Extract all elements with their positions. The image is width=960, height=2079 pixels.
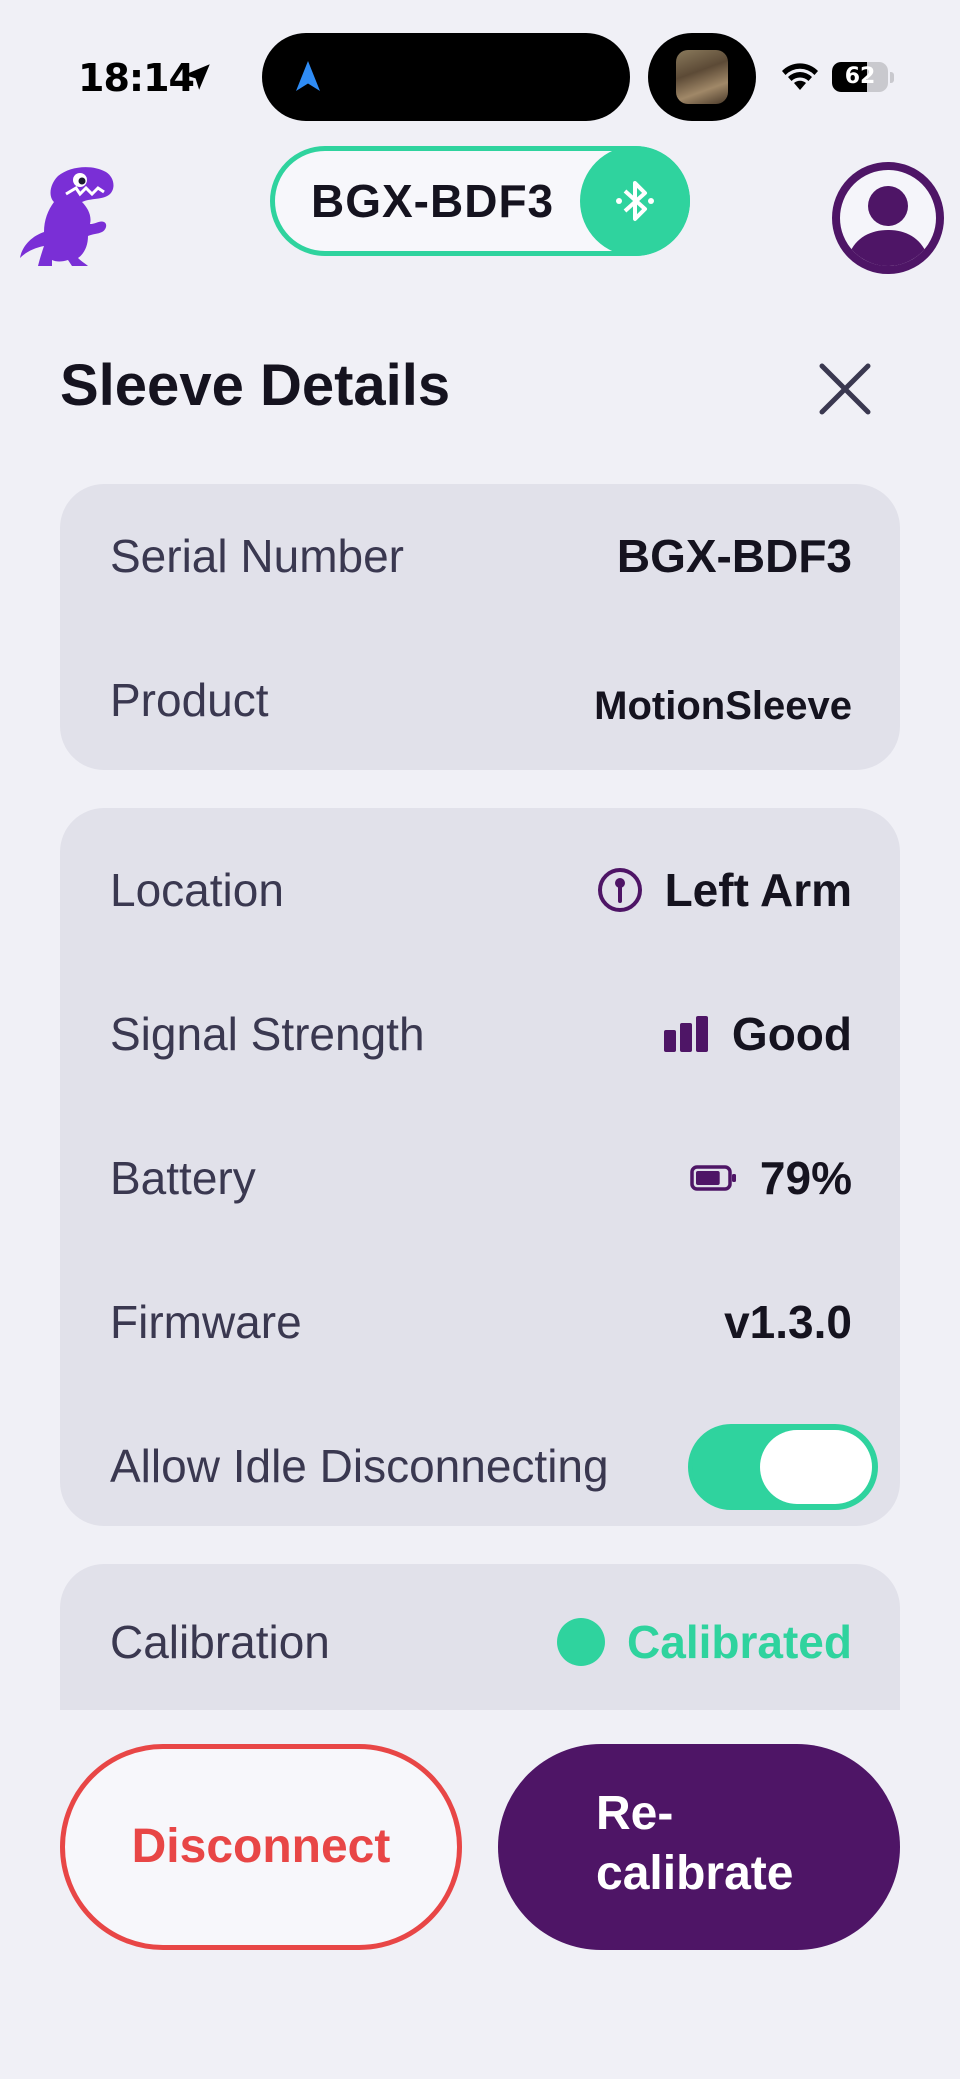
serial-number-row: Serial Number BGX-BDF3	[110, 526, 852, 586]
location-row: Location Left Arm	[110, 860, 852, 920]
media-thumbnail	[676, 50, 728, 104]
location-pin-icon	[597, 868, 642, 912]
signal-strength-label: Signal Strength	[110, 1008, 425, 1060]
page-title: Sleeve Details	[60, 353, 451, 418]
location-label: Location	[110, 864, 284, 916]
product-value: MotionSleeve	[594, 684, 852, 728]
recalibrate-button[interactable]: Re- calibrate	[498, 1744, 900, 1950]
device-connection-pill[interactable]: BGX-BDF3	[270, 146, 690, 256]
serial-number-label: Serial Number	[110, 530, 404, 582]
disconnect-button[interactable]: Disconnect	[60, 1744, 462, 1950]
battery-nub	[890, 72, 894, 83]
wifi-icon	[782, 63, 818, 90]
user-avatar-icon	[846, 186, 930, 266]
location-arrow-icon	[184, 64, 210, 90]
idle-disconnect-row: Allow Idle Disconnecting	[110, 1424, 878, 1510]
status-bar: 18:14 62	[0, 0, 960, 150]
calibration-value-group: Calibrated	[557, 1612, 852, 1672]
signal-strength-value: Good	[731, 1008, 852, 1060]
battery-value: 79%	[759, 1152, 852, 1204]
bluetooth-button[interactable]	[580, 146, 690, 256]
location-value: Left Arm	[664, 864, 852, 916]
toggle-knob[interactable]	[760, 1430, 872, 1504]
serial-number-value: BGX-BDF3	[616, 530, 852, 582]
battery-row: Battery 79%	[110, 1148, 852, 1208]
dinosaur-logo-icon[interactable]	[18, 162, 130, 274]
battery-level: 62	[844, 64, 876, 89]
calibrated-status-dot	[557, 1618, 606, 1666]
calibration-label: Calibration	[110, 1616, 330, 1668]
status-card: Location Left Arm Signal Strength Good B…	[60, 808, 900, 1526]
device-battery-icon	[690, 1165, 736, 1191]
battery-indicator: 62	[832, 62, 894, 94]
firmware-label: Firmware	[110, 1296, 302, 1348]
close-icon[interactable]	[812, 356, 878, 422]
signal-bars-icon	[663, 1016, 708, 1052]
signal-strength-row: Signal Strength Good	[110, 1004, 852, 1064]
profile-avatar-button[interactable]	[832, 162, 944, 274]
bluetooth-icon	[616, 181, 654, 221]
battery-body: 62	[832, 62, 888, 92]
calibration-value: Calibrated	[627, 1616, 852, 1668]
calibration-row: Calibration Calibrated	[110, 1612, 852, 1672]
product-label: Product	[110, 674, 269, 726]
device-info-card: Serial Number BGX-BDF3 Product MotionSle…	[60, 484, 900, 770]
firmware-value: v1.3.0	[724, 1296, 852, 1348]
connected-device-name: BGX-BDF3	[311, 175, 555, 227]
signal-strength-value-group: Good	[663, 1004, 852, 1064]
firmware-row: Firmware v1.3.0	[110, 1292, 852, 1352]
idle-disconnect-toggle[interactable]	[688, 1424, 878, 1510]
status-time: 18:14	[78, 56, 195, 100]
navigation-icon	[296, 61, 320, 91]
idle-disconnect-label: Allow Idle Disconnecting	[110, 1440, 609, 1492]
product-row: Product MotionSleeve	[110, 670, 852, 730]
location-value-group: Left Arm	[597, 860, 852, 920]
calibration-card: Calibration Calibrated	[60, 1564, 900, 1710]
battery-value-group: 79%	[690, 1148, 852, 1208]
recalibrate-label: Re- calibrate	[596, 1787, 794, 1900]
battery-label: Battery	[110, 1152, 256, 1204]
